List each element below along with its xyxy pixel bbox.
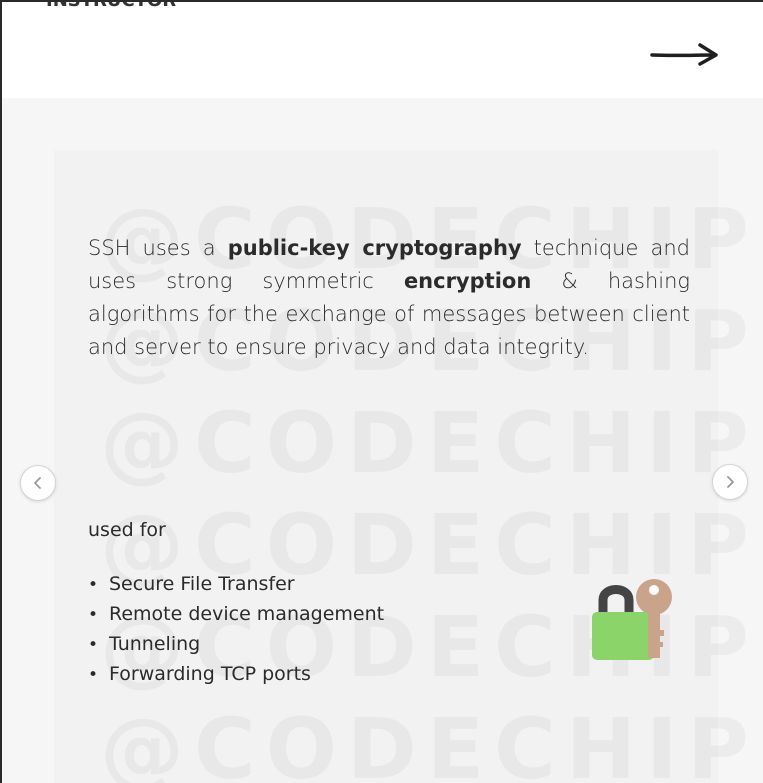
arrow-right-icon[interactable] — [650, 40, 720, 70]
bullet: • — [88, 665, 99, 685]
bullet: • — [88, 635, 99, 655]
ssh-description: SSH uses a public-key cryptography techn… — [88, 232, 690, 364]
list-item-label: Remote device management — [109, 603, 385, 625]
carousel-next-button[interactable] — [712, 464, 748, 500]
list-item: • Tunneling — [88, 630, 384, 660]
list-item: • Secure File Transfer — [88, 570, 384, 600]
chevron-right-icon — [727, 476, 734, 488]
chevron-left-icon — [34, 477, 41, 489]
bullet: • — [88, 575, 99, 595]
list-item-label: Tunneling — [109, 633, 201, 655]
padlock-key-icon — [592, 579, 672, 660]
used-for-heading: used for — [88, 519, 166, 541]
post-frame: INSTRUCTOR @CODECHIPS @CODECHIPS @CODECH… — [0, 0, 763, 783]
description-part1: SSH uses a — [88, 236, 228, 260]
cutoff-header-text: INSTRUCTOR — [46, 0, 177, 11]
carousel-prev-button[interactable] — [20, 465, 56, 501]
list-item: • Forwarding TCP ports — [88, 660, 384, 690]
bullet: • — [88, 605, 99, 625]
description-bold-encryption: encryption — [403, 269, 532, 293]
list-item-label: Forwarding TCP ports — [109, 663, 311, 685]
description-bold-public-key: public-key cryptography — [227, 236, 522, 260]
list-item: • Remote device management — [88, 600, 384, 630]
uses-list: • Secure File Transfer • Remote device man… — [88, 570, 384, 690]
list-item-label: Secure File Transfer — [109, 573, 295, 595]
